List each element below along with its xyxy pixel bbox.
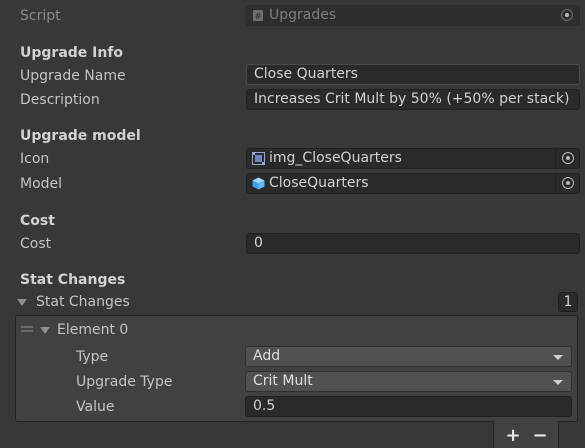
model-label: Model: [20, 176, 63, 192]
element-foldout-arrow-icon[interactable]: [40, 327, 50, 334]
model-object-field[interactable]: CloseQuarters: [246, 173, 580, 194]
script-value: Upgrades: [269, 7, 337, 23]
upgrade-info-header: Upgrade Info: [20, 45, 124, 61]
type-dropdown-value: Add: [253, 348, 281, 364]
drag-handle-line: [21, 330, 33, 332]
stat-changes-foldout-arrow-icon[interactable]: [17, 299, 27, 306]
upgrade-type-dropdown-value: Crit Mult: [253, 373, 313, 389]
script-picker-icon: [555, 6, 579, 25]
model-picker-icon[interactable]: [555, 174, 579, 193]
list-size-input[interactable]: 1: [558, 292, 578, 312]
element-0-foldout[interactable]: Element 0: [57, 320, 128, 340]
cost-label: Cost: [20, 236, 52, 252]
svg-text:#: #: [254, 12, 262, 22]
script-icon: #: [252, 9, 265, 22]
script-label: Script: [20, 8, 61, 24]
chevron-down-icon: [553, 380, 563, 385]
remove-element-button[interactable]: −: [529, 425, 551, 447]
icon-label: Icon: [20, 151, 50, 167]
icon-picker-icon[interactable]: [555, 149, 579, 168]
upgrade-type-dropdown[interactable]: Crit Mult: [245, 371, 572, 392]
cost-header: Cost: [20, 213, 55, 229]
value-input[interactable]: 0.5: [245, 396, 572, 417]
script-field: # Upgrades: [246, 5, 580, 26]
stat-changes-header: Stat Changes: [20, 272, 126, 288]
upgrade-name-input[interactable]: Close Quarters: [246, 64, 580, 85]
list-footer: + −: [493, 421, 559, 448]
type-dropdown[interactable]: Add: [245, 346, 572, 367]
drag-handle-icon[interactable]: [21, 326, 33, 328]
value-label: Value: [76, 399, 115, 415]
model-object-value: CloseQuarters: [269, 175, 369, 191]
sprite-icon: [252, 152, 265, 165]
upgrade-model-header: Upgrade model: [20, 128, 141, 144]
description-label: Description: [20, 92, 100, 108]
type-label: Type: [76, 349, 109, 365]
upgrade-name-label: Upgrade Name: [20, 68, 126, 84]
description-input[interactable]: Increases Crit Mult by 50% (+50% per sta…: [246, 89, 580, 110]
icon-object-field[interactable]: img_CloseQuarters: [246, 148, 580, 169]
cost-input[interactable]: 0: [246, 233, 580, 254]
stat-changes-foldout[interactable]: Stat Changes: [36, 292, 130, 312]
icon-object-value: img_CloseQuarters: [269, 150, 402, 166]
upgrade-type-label: Upgrade Type: [76, 374, 173, 390]
chevron-down-icon: [553, 355, 563, 360]
prefab-cube-icon: [252, 177, 265, 190]
add-element-button[interactable]: +: [502, 425, 524, 447]
